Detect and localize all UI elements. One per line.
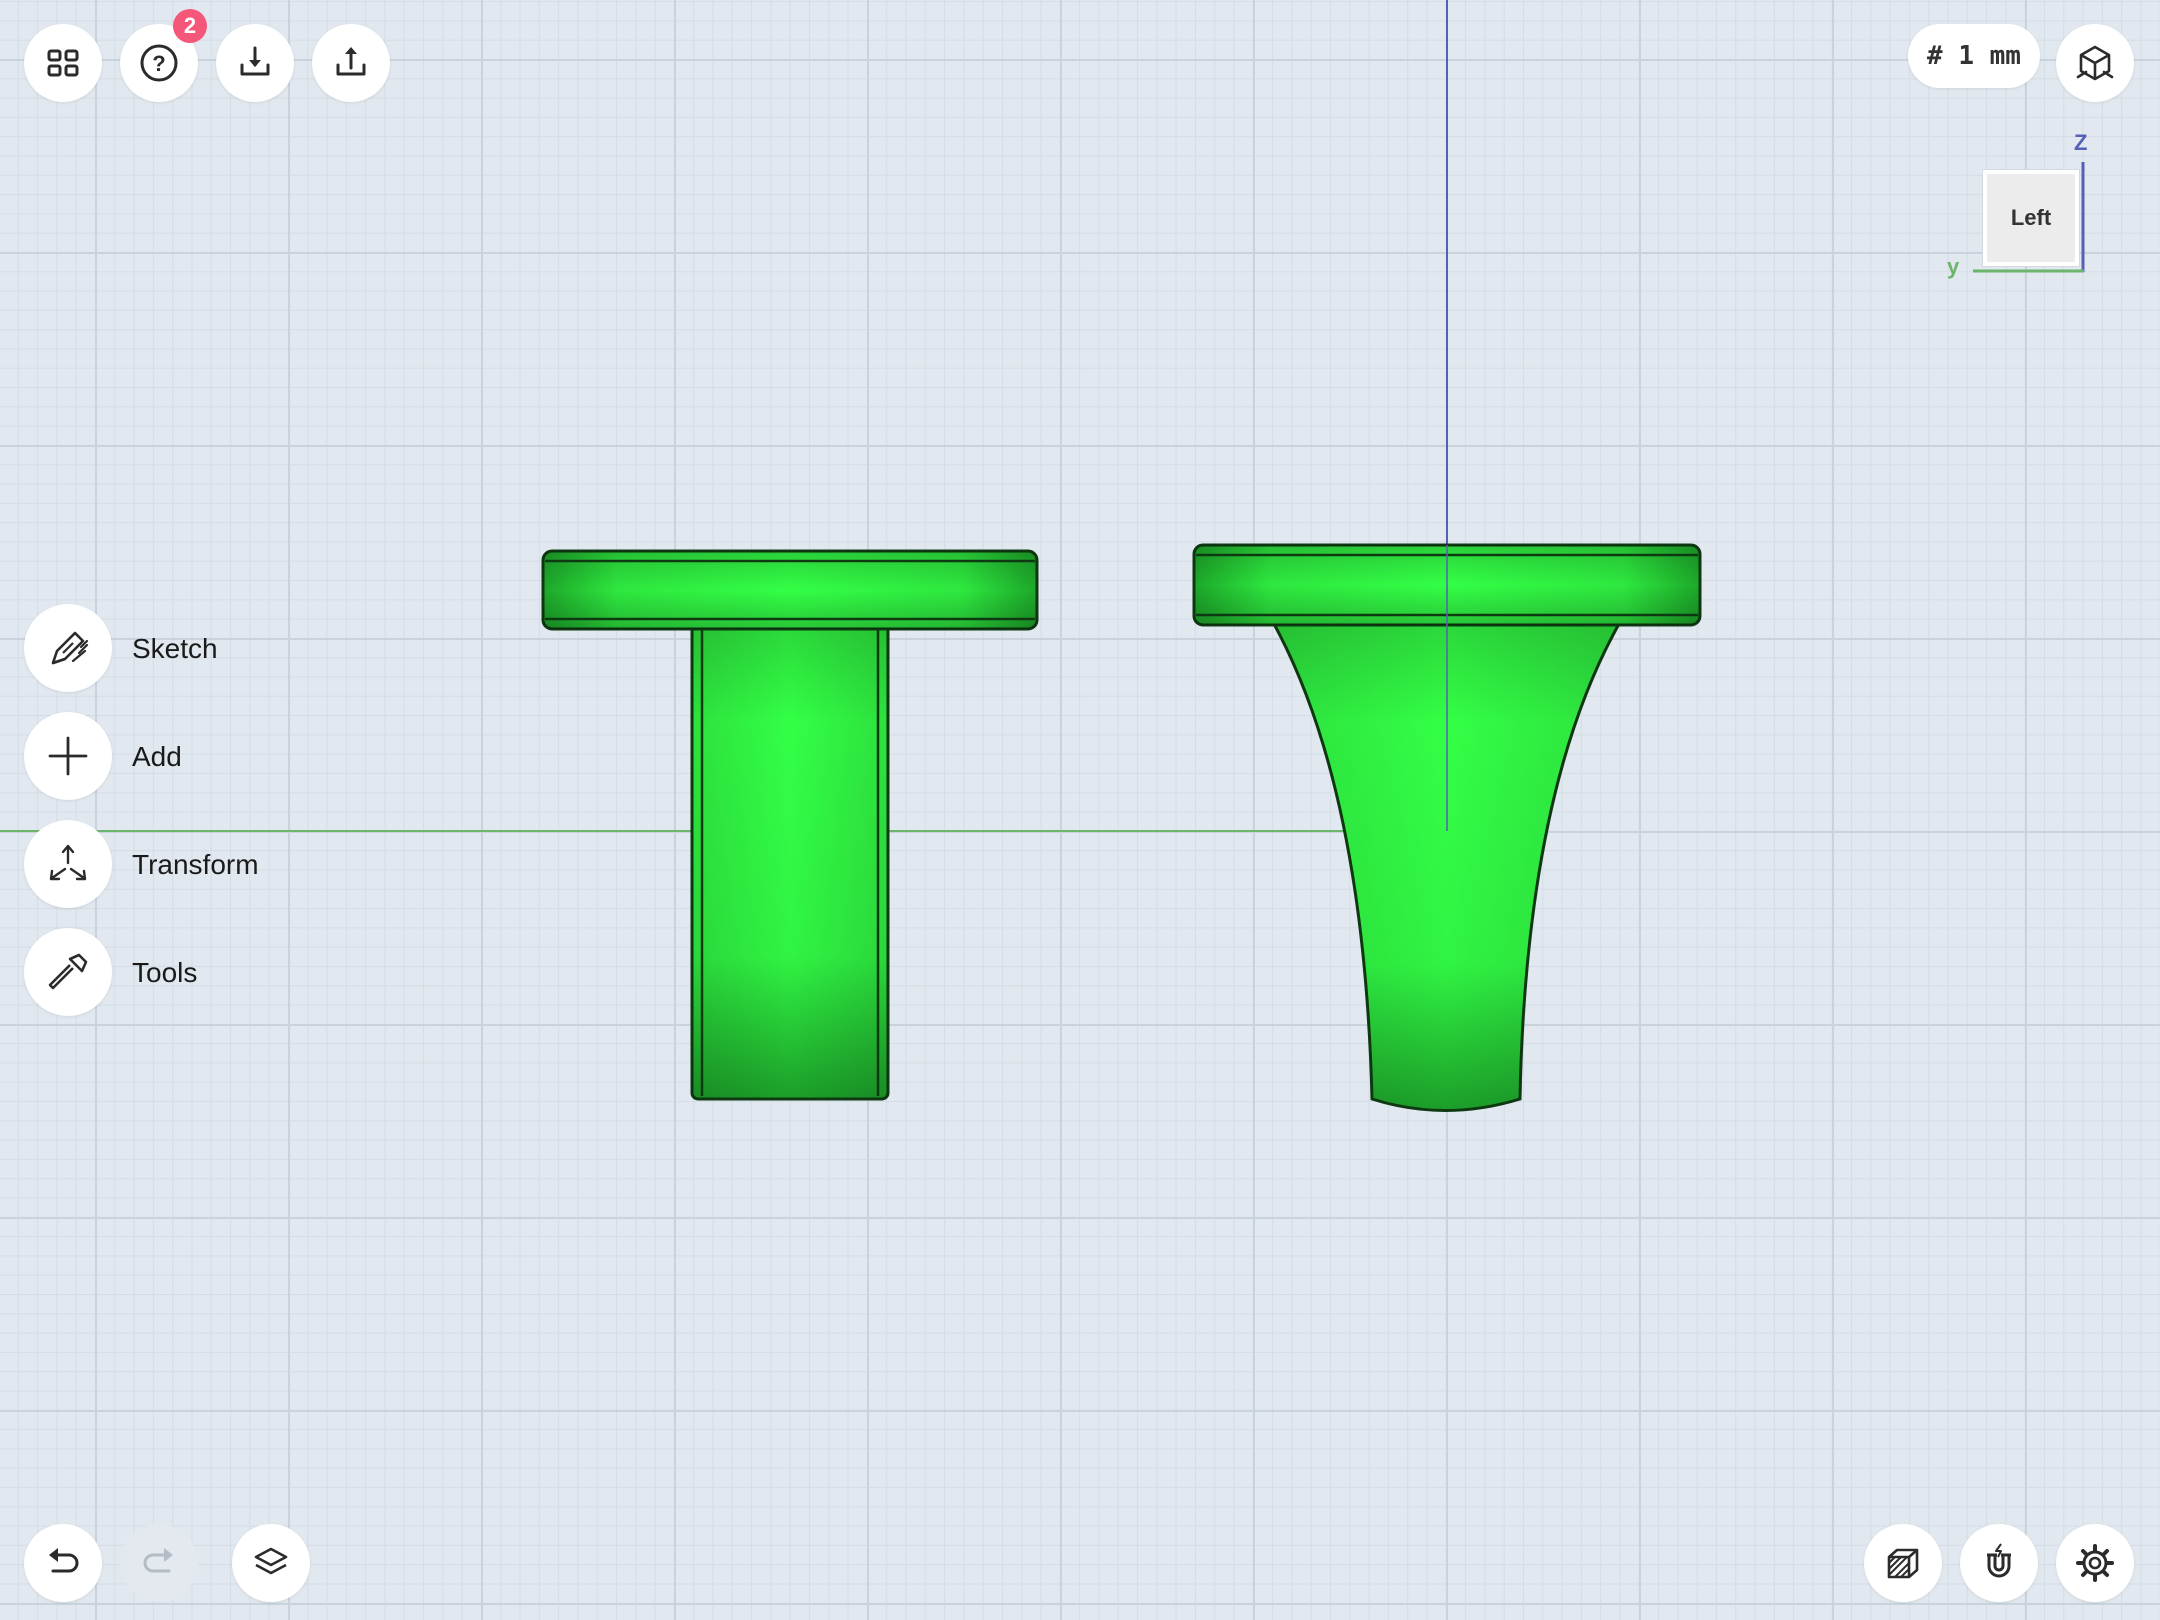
view-cube-axes: [1973, 162, 2085, 273]
add-label[interactable]: Add: [132, 740, 182, 774]
view-mode-button[interactable]: [2056, 24, 2134, 102]
redo-button[interactable]: [120, 1524, 198, 1602]
grid-units-label: # 1 mm: [1927, 41, 2021, 71]
add-button[interactable]: [24, 712, 112, 800]
undo-button[interactable]: [24, 1524, 102, 1602]
grid-menu-icon: [47, 49, 79, 77]
cube-view-icon: [2076, 45, 2114, 81]
render-mode-button[interactable]: [1864, 1524, 1942, 1602]
import-button[interactable]: [216, 24, 294, 102]
tools-button[interactable]: [24, 928, 112, 1016]
grid-menu-button[interactable]: [24, 24, 102, 102]
undo-icon: [49, 1548, 79, 1573]
export-icon: [336, 47, 366, 76]
svg-text:?: ?: [152, 51, 165, 76]
sketch-label[interactable]: Sketch: [132, 632, 218, 666]
export-button[interactable]: [312, 24, 390, 102]
z-axis-label: Z: [2074, 130, 2088, 155]
sketch-button[interactable]: [24, 604, 112, 692]
viewport-canvas[interactable]: [0, 0, 2160, 1620]
layers-button[interactable]: [232, 1524, 310, 1602]
import-icon: [240, 46, 270, 76]
transform-button[interactable]: [24, 820, 112, 908]
redo-icon: [143, 1548, 173, 1573]
magnet-icon: [1987, 1543, 2011, 1578]
gear-icon: [2076, 1544, 2114, 1582]
sketch-icon: [51, 631, 89, 665]
hatched-cube-icon: [1887, 1548, 1919, 1579]
settings-button[interactable]: [2056, 1524, 2134, 1602]
hammer-icon: [48, 953, 88, 990]
model-straight-pin[interactable]: [541, 549, 1039, 1101]
transform-label[interactable]: Transform: [132, 848, 259, 882]
plus-icon: [48, 736, 88, 776]
y-axis-label: y: [1947, 254, 1960, 279]
model-scene: [541, 543, 1702, 1112]
tools-label[interactable]: Tools: [132, 956, 197, 990]
transform-icon: [49, 844, 87, 881]
snap-button[interactable]: [1960, 1524, 2038, 1602]
help-icon: ?: [140, 44, 178, 82]
layers-icon: [254, 1547, 288, 1575]
help-notification-badge: 2: [173, 9, 207, 43]
grid-units-toggle[interactable]: # 1 mm: [1908, 24, 2040, 88]
